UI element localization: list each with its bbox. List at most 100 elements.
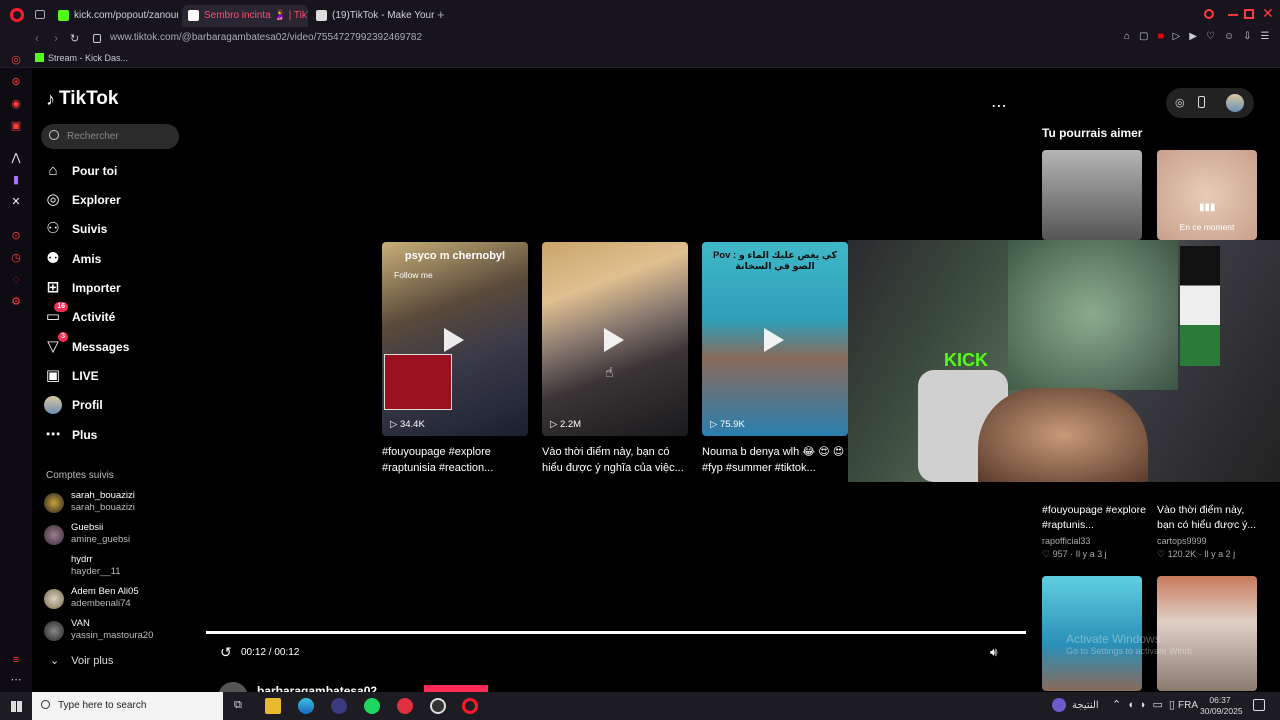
video-caption[interactable]: Nouma b denya wlh 😂 😍 😍 #fyp #summer #ti… [702, 444, 848, 476]
app-red-icon[interactable] [397, 698, 413, 714]
app-icon[interactable] [331, 698, 347, 714]
volume-icon[interactable]: 🔊︎ [990, 645, 998, 660]
video-card[interactable]: Pov : كي يغص عليك الماء و الصو في السخان… [702, 242, 848, 436]
video-card[interactable]: ☝ ▷ 2.2M [542, 242, 688, 436]
live-label: En ce moment [1179, 222, 1235, 232]
live-bars-icon: ▮▮▮ [1199, 202, 1216, 213]
nav-explorer[interactable]: ◎ Explorer [44, 187, 120, 213]
video-caption[interactable]: Vào thời điểm này, bạn có hiểu được ý ng… [542, 444, 692, 476]
reload-icon[interactable]: ↻ [70, 32, 79, 45]
weather-text[interactable]: النتيجة [1072, 700, 1099, 711]
file-explorer-icon[interactable] [265, 698, 281, 714]
view-count: ▷ 75.9K [710, 419, 745, 430]
following-icon: ⚇ [46, 220, 60, 237]
avatar[interactable] [1226, 94, 1244, 112]
sidebar-icon-5[interactable]: ⋀ [10, 152, 22, 164]
address-bar: ‹ › ↻ www.tiktok.com/@barbaragambatesa02… [0, 30, 1280, 50]
avatar [44, 621, 64, 641]
suggest-thumb[interactable] [1042, 150, 1142, 240]
following-title: Comptes suivis [46, 470, 114, 481]
x-icon[interactable]: ✕ [10, 196, 22, 208]
tab-list-icon[interactable] [35, 10, 45, 19]
tab-tiktok-1[interactable]: Sembro incinta 🤰 | TikTo [182, 5, 308, 27]
windows-start-icon[interactable] [11, 701, 22, 712]
tray-icons[interactable]: ⌃◖◗▭▯ [1112, 698, 1181, 711]
tiktok-logo[interactable]: ♪ TikTok [46, 88, 118, 110]
video-overlay-sub: Follow me [394, 270, 433, 280]
clock[interactable]: 06:37 30/09/2025 [1200, 695, 1243, 717]
sidebar-icon-6[interactable]: ⊙ [10, 230, 22, 242]
spotify-icon[interactable] [364, 698, 380, 714]
suggest-title: Tu pourrais aimer [1042, 126, 1143, 140]
sidebar-icon-7[interactable]: ◷ [10, 252, 22, 264]
maximize-icon[interactable] [1244, 9, 1254, 19]
browser-tab-bar: kick.com/popout/zanouni Sembro incinta 🤰… [0, 0, 1280, 30]
nav-messages[interactable]: ▽ 3 Messages [44, 332, 129, 360]
sidebar-icon-2[interactable]: ⊛ [10, 76, 22, 88]
video-card[interactable]: psyco m chernobyl Follow me ▷ 34.4K [382, 242, 528, 436]
video-caption[interactable]: #fouyoupage #explore #raptunisia #reacti… [382, 444, 532, 476]
sidebar-icon-10[interactable]: ≡ [10, 654, 22, 666]
suggest-caption[interactable]: Vào thời điểm này, bạn có hiểu được ý... [1157, 503, 1261, 533]
upload-icon: ⊞ [46, 279, 60, 296]
kick-bookmark[interactable]: Stream - Kick Das... [35, 53, 128, 63]
nav-pour-toi[interactable]: ⌂ Pour toi [44, 158, 117, 184]
nav-plus[interactable]: ⋯ Plus [44, 422, 98, 448]
url-field[interactable]: www.tiktok.com/@barbaragambatesa02/video… [110, 32, 422, 43]
task-view-icon[interactable]: ⧉ [234, 699, 242, 712]
play-icon [604, 328, 624, 352]
search-tabs-icon[interactable] [1204, 9, 1214, 19]
progress-bar[interactable] [206, 631, 1026, 634]
play-icon [764, 328, 784, 352]
sidebar-more-icon[interactable]: ⋯ [10, 674, 22, 686]
suggest-user[interactable]: cartops9999 [1157, 536, 1207, 546]
sidebar-icon-8[interactable]: ◌ [10, 274, 22, 286]
avatar [44, 557, 64, 577]
compass-icon[interactable]: ◎ [1175, 96, 1185, 109]
nav-profil[interactable]: Profil [44, 392, 103, 418]
forward-icon[interactable]: › [54, 31, 58, 45]
toolbar-icons: ⌂▢■▷▶♡☺⇩☰ [1124, 31, 1279, 42]
opera-logo-icon[interactable] [10, 8, 24, 22]
see-more-button[interactable]: ⌄ Voir plus [50, 654, 113, 667]
minimize-icon[interactable] [1228, 14, 1238, 16]
tab-tiktok-2[interactable]: (19)TikTok - Make Your D [310, 5, 436, 27]
sidebar-icon-9[interactable]: ⚙ [10, 296, 22, 308]
replay-icon[interactable]: ↺ [220, 644, 232, 661]
app-gauge-icon[interactable] [430, 698, 446, 714]
nav-suivis[interactable]: ⚇ Suivis [44, 216, 107, 242]
kick-sign: KICK [944, 350, 988, 370]
taskbar-search[interactable]: Type here to search [32, 692, 223, 720]
close-icon[interactable]: ✕ [1262, 5, 1274, 22]
twitch-icon[interactable]: ▮ [10, 174, 22, 186]
opera-taskbar-icon[interactable] [462, 698, 478, 714]
top-action-pill: ◎ [1166, 88, 1254, 118]
sidebar-icon-1[interactable]: ◎ [10, 54, 22, 66]
suggest-thumb-live[interactable]: ▮▮▮ En ce moment [1157, 150, 1257, 240]
nav-live[interactable]: ▣ LIVE [44, 363, 99, 389]
messages-badge: 3 [58, 332, 68, 342]
sidebar-icon-4[interactable]: ▣ [10, 120, 22, 132]
nav-activite[interactable]: ▭ 16 Activité [44, 302, 115, 330]
device-icon[interactable] [1198, 96, 1205, 108]
nav-amis[interactable]: ⚉ Amis [44, 246, 101, 272]
sidebar-icon-3[interactable]: ◉ [10, 98, 22, 110]
wall-art [1008, 240, 1178, 390]
language-indicator[interactable]: FRA [1178, 700, 1198, 711]
video-overlay-text: psyco m chernobyl [404, 250, 506, 262]
follow-button[interactable] [424, 685, 488, 692]
edge-icon[interactable] [298, 698, 314, 714]
avatar [44, 493, 64, 513]
weather-icon[interactable] [1052, 698, 1066, 712]
more-options-button[interactable]: ⋯ [991, 96, 1007, 116]
kick-favicon-icon [58, 10, 69, 21]
search-input[interactable]: Rechercher [41, 124, 179, 149]
new-tab-icon[interactable]: + [437, 7, 445, 22]
author-name[interactable]: barbaragambatesa02 [257, 684, 377, 692]
suggest-user[interactable]: rapofficial33 [1042, 536, 1090, 546]
nav-importer[interactable]: ⊞ Importer [44, 275, 121, 301]
notification-icon[interactable] [1253, 699, 1265, 711]
tab-kick[interactable]: kick.com/popout/zanouni [52, 5, 178, 27]
suggest-caption[interactable]: #fouyoupage #explore #raptunis... [1042, 503, 1146, 533]
back-icon[interactable]: ‹ [35, 31, 39, 45]
